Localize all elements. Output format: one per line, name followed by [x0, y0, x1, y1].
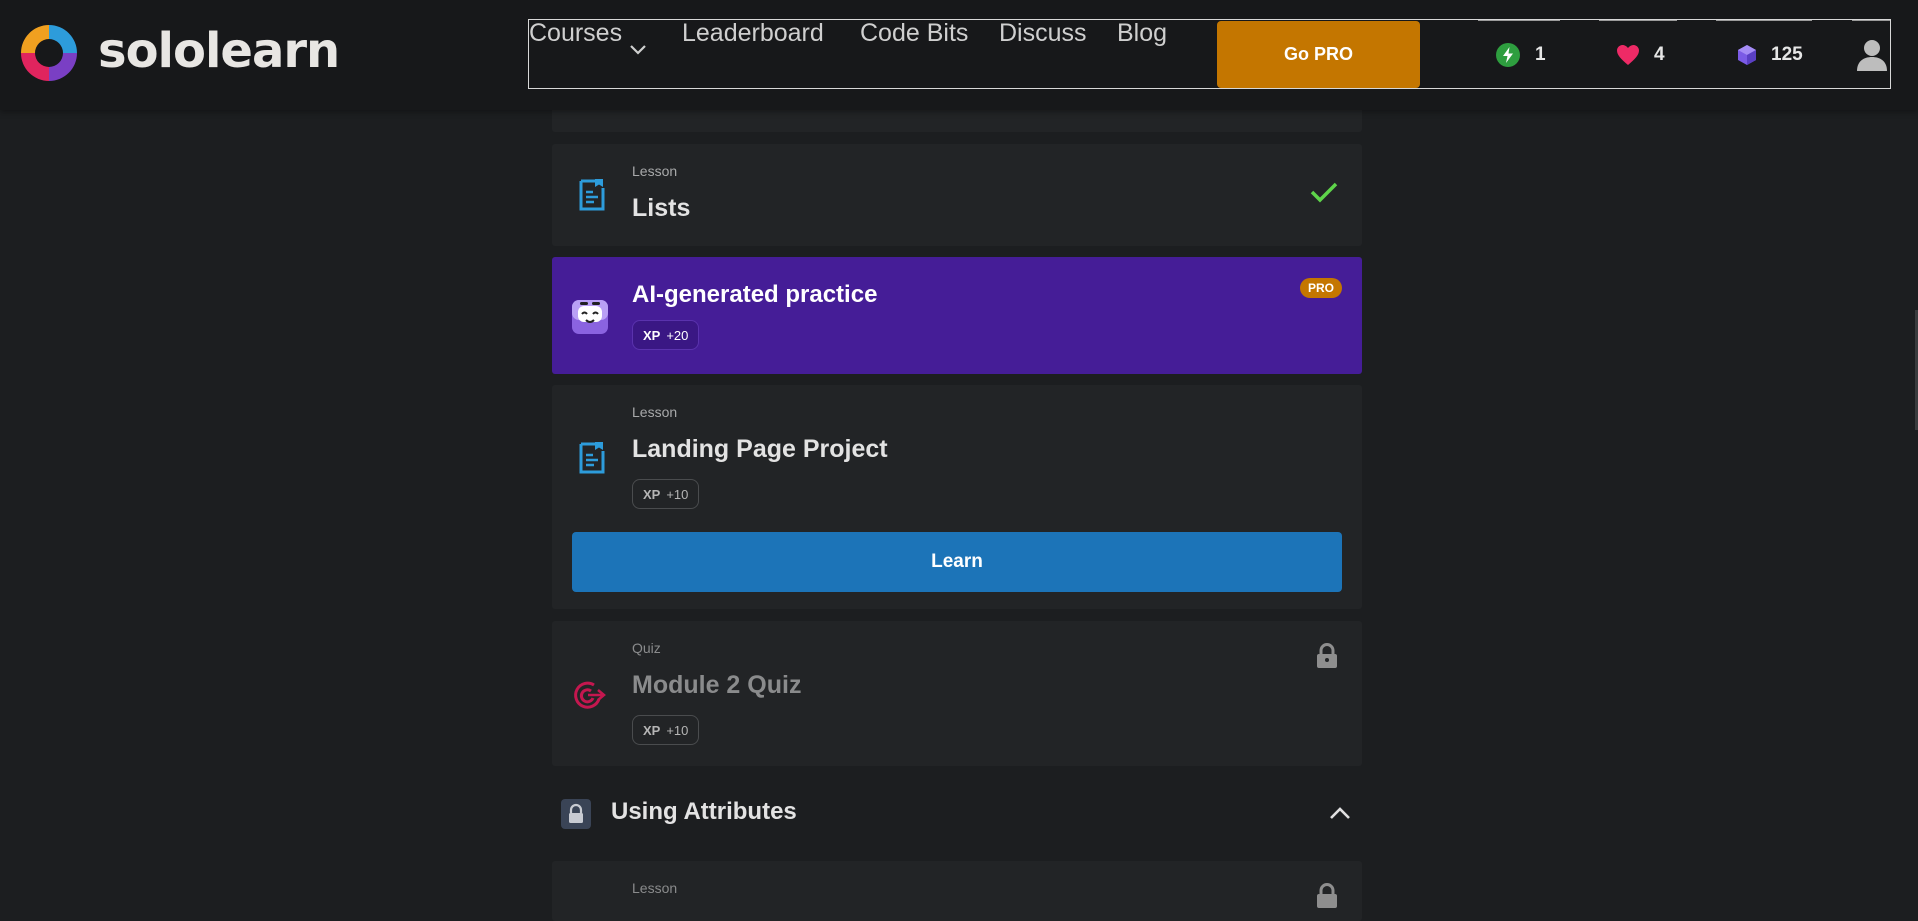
- ai-practice-card[interactable]: AI-generated practice XP +20 PRO: [552, 257, 1362, 374]
- target-icon: [574, 681, 606, 709]
- chevron-down-icon[interactable]: [629, 44, 647, 56]
- lock-icon: [1317, 643, 1337, 668]
- nav-blog[interactable]: Blog: [1117, 18, 1167, 48]
- lock-icon: [561, 799, 591, 829]
- chevron-up-icon[interactable]: [1329, 806, 1351, 820]
- gems-counter[interactable]: 125: [1737, 40, 1803, 70]
- lock-icon: [1317, 883, 1337, 908]
- nav-discuss[interactable]: Discuss: [999, 18, 1087, 48]
- learn-button[interactable]: Learn: [572, 532, 1342, 592]
- item-kind: Quiz: [632, 640, 661, 656]
- xp-label: XP: [643, 722, 661, 738]
- heart-icon: [1617, 45, 1639, 65]
- hearts-counter[interactable]: 4: [1616, 40, 1665, 70]
- xp-badge: XP +20: [632, 320, 700, 350]
- nav-code-bits[interactable]: Code Bits: [860, 18, 968, 48]
- quiz-card-module-2[interactable]: Quiz Module 2 Quiz XP +10: [552, 621, 1362, 766]
- sololearn-logo-icon[interactable]: [18, 22, 80, 84]
- streak-count: 1: [1535, 44, 1546, 65]
- ai-bot-icon: [572, 300, 608, 334]
- xp-label: XP: [643, 327, 661, 343]
- user-icon[interactable]: [1856, 38, 1888, 72]
- nav-leaderboard[interactable]: Leaderboard: [682, 18, 824, 48]
- item-title: AI-generated practice: [632, 281, 878, 308]
- streak-counter[interactable]: 1: [1495, 40, 1546, 70]
- gem-icon: [1738, 45, 1756, 65]
- xp-badge: XP +10: [632, 715, 700, 745]
- lesson-card-landing-page[interactable]: Lesson Landing Page Project XP +10 Learn: [552, 385, 1362, 609]
- xp-label: XP: [643, 486, 661, 502]
- item-title: Lists: [632, 194, 691, 222]
- lesson-doc-icon: [579, 442, 605, 474]
- item-kind: Lesson: [632, 163, 678, 179]
- item-title: Module 2 Quiz: [632, 671, 802, 699]
- hearts-count: 4: [1654, 44, 1665, 65]
- xp-value: +10: [666, 722, 689, 738]
- gems-count: 125: [1771, 44, 1803, 65]
- check-icon: [1310, 182, 1338, 203]
- xp-badge: XP +10: [632, 479, 700, 509]
- section-title: Using Attributes: [611, 798, 797, 825]
- stat-divider: [1478, 20, 1560, 21]
- lesson-card-next[interactable]: Lesson: [552, 861, 1362, 921]
- stat-divider: [1852, 20, 1890, 21]
- xp-value: +20: [666, 327, 689, 343]
- item-kind: Lesson: [632, 404, 678, 420]
- stat-divider: [1599, 20, 1677, 21]
- pro-badge: PRO: [1299, 278, 1342, 298]
- bolt-icon: [1496, 43, 1520, 67]
- stat-divider: [1716, 20, 1812, 21]
- xp-value: +10: [666, 486, 689, 502]
- lesson-card-lists[interactable]: Lesson Lists: [552, 144, 1362, 246]
- item-title: Landing Page Project: [632, 435, 888, 463]
- brand-name[interactable]: sololearn: [98, 20, 340, 82]
- lesson-doc-icon: [579, 179, 605, 211]
- top-header: sololearn Courses Leaderboard Code Bits …: [0, 0, 1918, 110]
- nav-courses[interactable]: Courses: [529, 18, 622, 48]
- go-pro-button[interactable]: Go PRO: [1217, 21, 1420, 88]
- item-kind: Lesson: [632, 880, 678, 896]
